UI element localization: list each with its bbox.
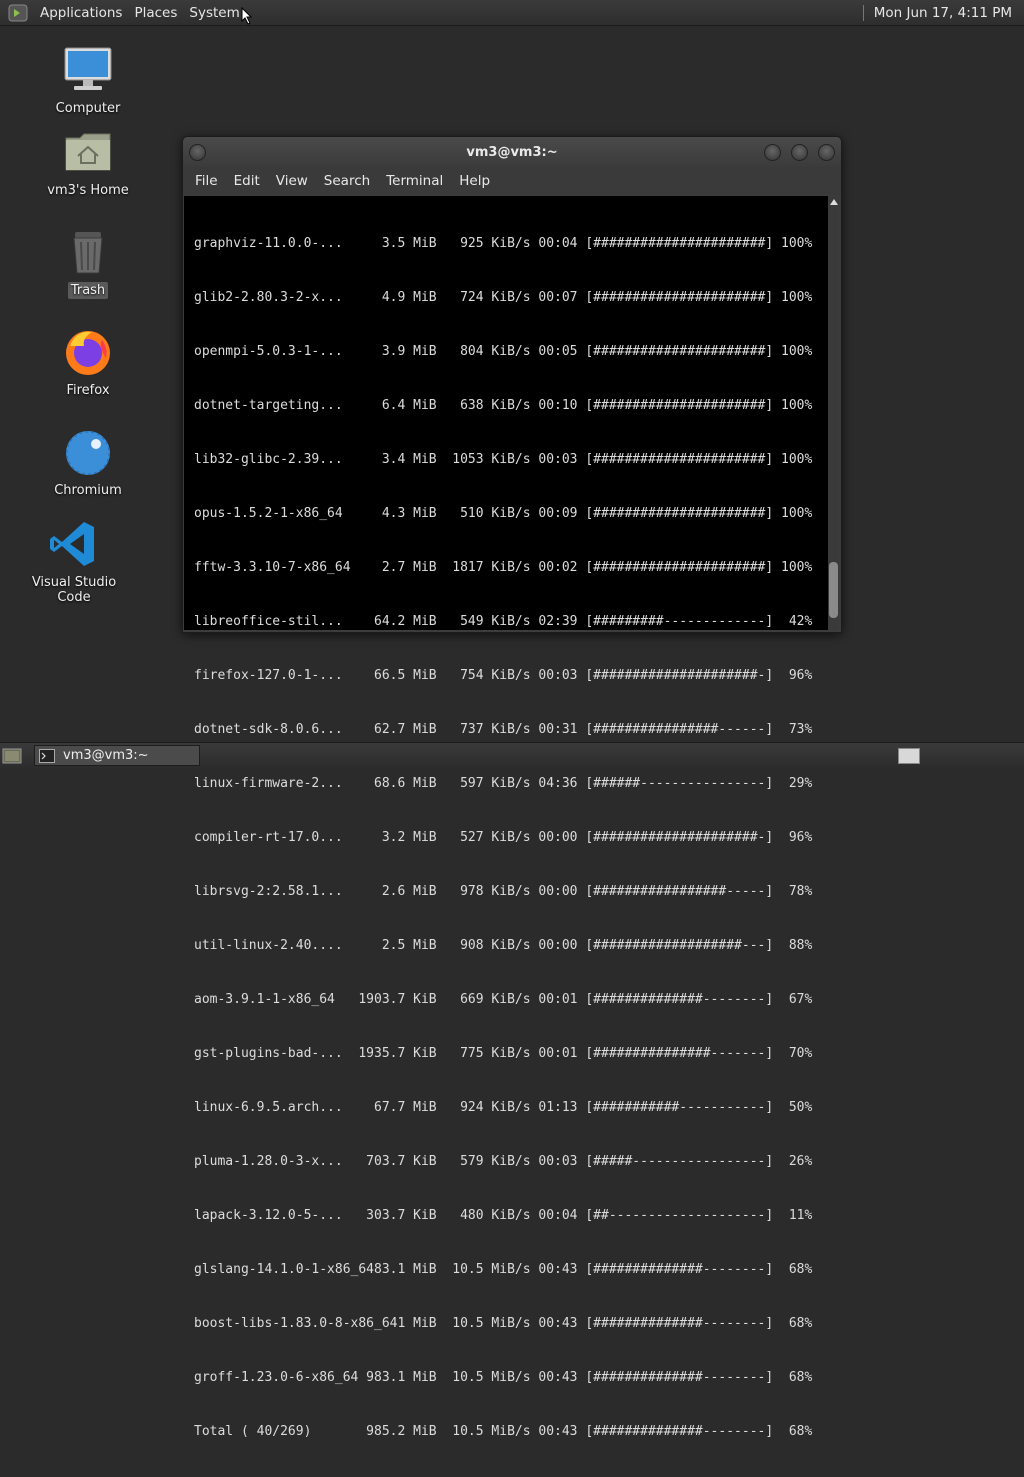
mate-menu-icon[interactable] (8, 3, 28, 23)
workspace-switcher[interactable] (898, 747, 920, 764)
window-titlebar[interactable]: vm3@vm3:~ (183, 137, 841, 167)
menu-help[interactable]: Help (451, 173, 498, 189)
window-title: vm3@vm3:~ (466, 144, 558, 160)
places-menu[interactable]: Places (128, 5, 183, 21)
scrollbar-thumb[interactable] (829, 562, 838, 618)
desktop-icon-chromium[interactable]: Chromium (33, 426, 143, 499)
terminal-output[interactable]: graphviz-11.0.0-... 3.5 MiB 925 KiB/s 00… (184, 196, 828, 1439)
desktop-icon-label: Firefox (66, 383, 110, 398)
menu-file[interactable]: File (187, 173, 226, 189)
desktop-icon-home[interactable]: vm3's Home (33, 126, 143, 199)
taskbar-terminal-button[interactable]: vm3@vm3:~ (34, 745, 200, 766)
terminal-icon (39, 748, 55, 763)
desktop-icon-firefox[interactable]: Firefox (33, 326, 143, 399)
applications-menu[interactable]: Applications (34, 5, 128, 21)
desktop-icon-label: Chromium (54, 483, 122, 498)
desktop-icon-vscode[interactable]: Visual Studio Code (19, 518, 129, 606)
computer-icon (64, 47, 112, 90)
minimize-button[interactable] (764, 144, 781, 161)
menu-edit[interactable]: Edit (226, 173, 268, 189)
terminal-line: opus-1.5.2-1-x86_64 4.3 MiB 510 KiB/s 00… (194, 506, 813, 521)
terminal-line: aom-3.9.1-1-x86_64 1903.7 KiB 669 KiB/s … (194, 992, 813, 1007)
firefox-icon (66, 331, 110, 375)
system-menu[interactable]: System (183, 5, 245, 21)
desktop-icon-trash[interactable]: Trash (33, 226, 143, 299)
clock[interactable]: Mon Jun 17, 4:11 PM (874, 5, 1012, 21)
terminal-line: fftw-3.3.10-7-x86_64 2.7 MiB 1817 KiB/s … (194, 560, 813, 575)
terminal-window[interactable]: vm3@vm3:~ File Edit View Search Terminal… (182, 136, 842, 1439)
menu-terminal[interactable]: Terminal (378, 173, 451, 189)
terminal-line: glib2-2.80.3-2-x... 4.9 MiB 724 KiB/s 00… (194, 290, 813, 305)
mouse-cursor-icon (241, 7, 253, 25)
vscode-icon (50, 522, 94, 566)
trash-icon (73, 232, 103, 274)
desktop-icon-label: vm3's Home (47, 183, 129, 198)
menu-view[interactable]: View (268, 173, 316, 189)
terminal-line: glslang-14.1.0-1-x86_6483.1 MiB 10.5 MiB… (194, 1262, 813, 1277)
terminal-lines: graphviz-11.0.0-... 3.5 MiB 925 KiB/s 00… (194, 199, 812, 1477)
desktop-icon-computer[interactable]: Computer (33, 44, 143, 117)
terminal-menubar: File Edit View Search Terminal Help (183, 167, 841, 195)
chromium-icon (66, 431, 110, 475)
terminal-line: pluma-1.28.0-3-x... 703.7 KiB 579 KiB/s … (194, 1154, 813, 1169)
home-folder-icon (65, 133, 111, 171)
scroll-up-arrow-icon[interactable] (829, 199, 838, 205)
terminal-line: boost-libs-1.83.0-8-x86_641 MiB 10.5 MiB… (194, 1316, 813, 1331)
bottom-panel: vm3@vm3:~ (0, 742, 1024, 768)
desktop-icon-label: Computer (55, 101, 121, 116)
terminal-line: linux-firmware-2... 68.6 MiB 597 KiB/s 0… (194, 776, 813, 791)
terminal-line: util-linux-2.40.... 2.5 MiB 908 KiB/s 00… (194, 938, 813, 953)
terminal-line: linux-6.9.5.arch... 67.7 MiB 924 KiB/s 0… (194, 1100, 813, 1115)
desktop-icon-label: Visual Studio Code (31, 575, 117, 605)
terminal-line: Total ( 40/269) 985.2 MiB 10.5 MiB/s 00:… (194, 1424, 813, 1439)
terminal-line: compiler-rt-17.0... 3.2 MiB 527 KiB/s 00… (194, 830, 813, 845)
terminal-line: dotnet-targeting... 6.4 MiB 638 KiB/s 00… (194, 398, 813, 413)
show-desktop-icon[interactable] (2, 747, 22, 765)
maximize-button[interactable] (791, 144, 808, 161)
panel-separator (862, 4, 864, 21)
terminal-line: gst-plugins-bad-... 1935.7 KiB 775 KiB/s… (194, 1046, 813, 1061)
top-panel: Applications Places System Mon Jun 17, 4… (0, 0, 1024, 26)
taskbar-label: vm3@vm3:~ (63, 748, 149, 763)
terminal-line: dotnet-sdk-8.0.6... 62.7 MiB 737 KiB/s 0… (194, 722, 813, 737)
close-button[interactable] (818, 144, 835, 161)
terminal-scrollbar[interactable] (828, 196, 839, 630)
terminal-line: openmpi-5.0.3-1-... 3.9 MiB 804 KiB/s 00… (194, 344, 813, 359)
terminal-line: lapack-3.12.0-5-... 303.7 KiB 480 KiB/s … (194, 1208, 813, 1223)
window-menu-button[interactable] (189, 144, 206, 161)
terminal-line: lib32-glibc-2.39... 3.4 MiB 1053 KiB/s 0… (194, 452, 813, 467)
menu-search[interactable]: Search (316, 173, 378, 189)
terminal-line: libreoffice-stil... 64.2 MiB 549 KiB/s 0… (194, 614, 813, 629)
desktop-icon-label: Trash (67, 282, 109, 299)
terminal-line: firefox-127.0-1-... 66.5 MiB 754 KiB/s 0… (194, 668, 813, 683)
terminal-line: groff-1.23.0-6-x86_64 983.1 MiB 10.5 MiB… (194, 1370, 813, 1385)
terminal-line: graphviz-11.0.0-... 3.5 MiB 925 KiB/s 00… (194, 236, 813, 251)
panel-tray: Mon Jun 17, 4:11 PM (862, 0, 1024, 25)
terminal-line: librsvg-2:2.58.1... 2.6 MiB 978 KiB/s 00… (194, 884, 813, 899)
